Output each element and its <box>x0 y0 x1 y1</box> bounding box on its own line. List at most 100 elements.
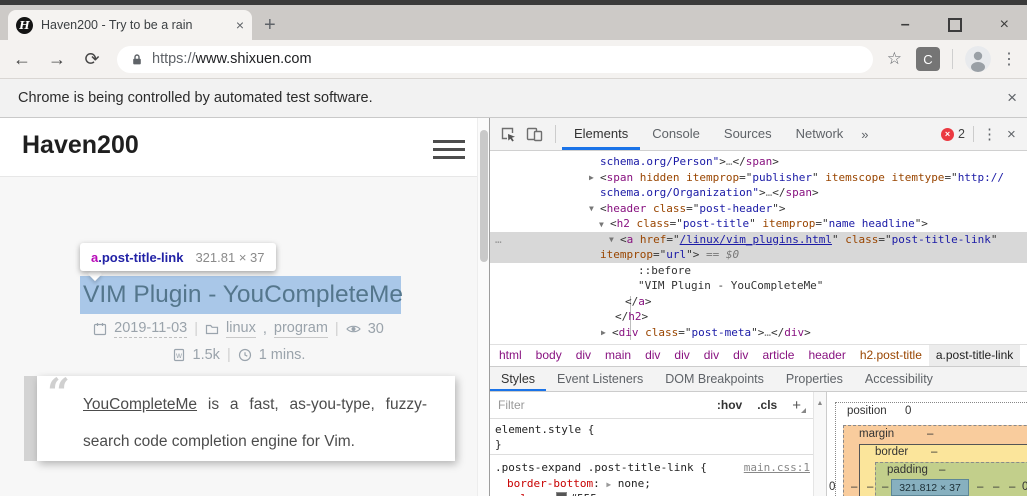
css-rule-source-link[interactable]: main.css:1 <box>744 461 810 474</box>
breadcrumb-item[interactable]: div <box>697 345 726 366</box>
sidebar-tab-accessibility[interactable]: Accessibility <box>854 367 944 391</box>
browser-window: H Haven200 - Try to be a rain × + – × ← … <box>0 0 1027 496</box>
css-property[interactable]: color: #555; <box>507 492 604 496</box>
site-header: Haven200 <box>0 118 477 177</box>
folder-icon <box>205 322 219 336</box>
reload-button[interactable]: ⟳ <box>79 49 105 70</box>
extension-icon[interactable]: C <box>916 47 940 71</box>
forward-button[interactable]: → <box>44 49 70 70</box>
collapse-arrow-icon[interactable]: ▼ <box>609 232 614 248</box>
dom-tree-node[interactable]: …▼<a href="/linux/vim_plugins.html" clas… <box>490 232 1027 248</box>
tab-title: Haven200 - Try to be a rain <box>41 18 230 32</box>
inspect-element-icon[interactable] <box>500 126 516 142</box>
devtools-tab-elements[interactable]: Elements <box>562 118 640 150</box>
box-model-content[interactable]: 321.812 × 37 <box>891 479 969 496</box>
dom-tree-node[interactable]: ▼<h2 class="post-title" itemprop="name h… <box>490 216 1027 232</box>
automation-banner-text: Chrome is being controlled by automated … <box>18 90 1007 106</box>
window-controls: – × <box>901 10 1009 40</box>
address-bar[interactable]: https://www.shixuen.com <box>117 46 873 73</box>
banner-close-icon[interactable]: × <box>1007 88 1017 108</box>
breadcrumb-item[interactable]: body <box>529 345 569 366</box>
devtools-tab-network[interactable]: Network <box>784 118 856 150</box>
color-swatch[interactable] <box>556 492 567 496</box>
dom-tree-node[interactable]: ▼<header class="post-header"> <box>490 201 1027 217</box>
collapse-arrow-icon[interactable]: ▼ <box>589 201 594 217</box>
site-title[interactable]: Haven200 <box>22 131 139 160</box>
css-property[interactable]: border-bottom: ▶ none; <box>507 477 651 490</box>
new-style-rule-button[interactable]: + <box>792 397 801 414</box>
blockquote: “ YouCompleteMe is a fast, as-you-type, … <box>24 376 455 461</box>
box-model-pane: 321.812 × 37 position 0 margin – border … <box>826 392 1027 496</box>
bookmark-star-icon[interactable]: ☆ <box>887 49 902 69</box>
youcompleteme-link[interactable]: YouCompleteMe <box>83 396 197 413</box>
breadcrumb-item[interactable]: a.post-title-link <box>929 345 1020 366</box>
breadcrumb-item[interactable]: div <box>638 345 667 366</box>
styles-pane: Filter :hov .cls + element.style { } .po… <box>490 392 813 496</box>
expand-arrow-icon[interactable]: ▶ <box>589 170 594 186</box>
styles-filter-input[interactable]: Filter <box>498 398 717 412</box>
element-style-rule[interactable]: element.style { <box>495 423 594 436</box>
svg-text:w: w <box>175 351 182 360</box>
dom-tree-node[interactable]: ▶<span hidden itemprop="publisher" items… <box>490 170 1027 186</box>
url-text: https://www.shixuen.com <box>152 51 312 67</box>
breadcrumb-item[interactable]: div <box>667 345 696 366</box>
sidebar-tab-event-listeners[interactable]: Event Listeners <box>546 367 654 391</box>
sidebar-tab-styles[interactable]: Styles <box>490 367 546 391</box>
node-ellipsis: … <box>495 232 502 248</box>
styles-area: Filter :hov .cls + element.style { } .po… <box>490 392 1027 496</box>
scrollbar-thumb[interactable] <box>480 130 488 262</box>
breadcrumb-item[interactable]: article <box>755 345 801 366</box>
styles-scrollbar[interactable]: ▲ <box>813 392 826 496</box>
browser-menu-icon[interactable]: ⋮ <box>1001 49 1017 69</box>
hamburger-menu-icon[interactable] <box>433 140 465 164</box>
device-toolbar-icon[interactable] <box>526 126 543 142</box>
more-tabs-icon[interactable]: » <box>855 127 874 142</box>
dom-tree-node[interactable]: ::before <box>490 263 1027 279</box>
breadcrumb-item[interactable]: header <box>801 345 852 366</box>
dom-tree-node[interactable]: ▶<div class="post-meta">…</div> <box>490 325 1027 341</box>
devtools-menu-icon[interactable]: ⋮ <box>982 125 997 143</box>
window-minimize-button[interactable]: – <box>901 16 910 34</box>
breadcrumb-item[interactable]: main <box>598 345 638 366</box>
devtools-tab-sources[interactable]: Sources <box>712 118 784 150</box>
dom-tree-node[interactable]: </h2> <box>490 309 1027 325</box>
category-link[interactable]: program <box>274 320 328 338</box>
category-link[interactable]: linux <box>226 320 256 338</box>
tab-close-icon[interactable]: × <box>236 17 244 33</box>
breadcrumb-item[interactable]: h2.post-title <box>853 345 929 366</box>
dom-tree: schema.org/Person">…</span>▶<span hidden… <box>490 151 1027 344</box>
window-close-button[interactable]: × <box>1000 16 1009 34</box>
toggle-hover-state-button[interactable]: :hov <box>717 398 742 412</box>
sidebar-tab-properties[interactable]: Properties <box>775 367 854 391</box>
dom-tree-node[interactable]: schema.org/Person">…</span> <box>490 154 1027 170</box>
lock-icon <box>131 53 143 66</box>
breadcrumb: htmlbodydivmaindivdivdivdivarticleheader… <box>490 344 1027 366</box>
word-count: 1.5k <box>193 347 220 363</box>
breadcrumb-item[interactable]: div <box>569 345 598 366</box>
sidebar-tab-dom-breakpoints[interactable]: DOM Breakpoints <box>654 367 775 391</box>
error-count[interactable]: 2 <box>958 127 965 141</box>
expand-arrow-icon[interactable]: ▶ <box>601 325 606 341</box>
dom-tree-node[interactable]: </a> <box>490 294 1027 310</box>
error-badge-icon[interactable]: × <box>941 128 954 141</box>
collapse-arrow-icon[interactable]: ▼ <box>599 217 604 233</box>
dom-tree-node[interactable]: "VIM Plugin - YouCompleteMe" <box>490 278 1027 294</box>
breadcrumb-item[interactable]: div <box>726 345 755 366</box>
breadcrumb-item[interactable]: html <box>492 345 529 366</box>
post-title-link[interactable]: VIM Plugin - YouCompleteMe <box>80 276 401 314</box>
dom-tree-node[interactable]: itemprop="url"> == $0 <box>490 247 1027 263</box>
back-button[interactable]: ← <box>9 49 35 70</box>
devtools-tab-console[interactable]: Console <box>640 118 712 150</box>
post-date[interactable]: 2019-11-03 <box>114 320 187 338</box>
devtools-tabs: ElementsConsoleSourcesNetwork <box>562 118 855 150</box>
page-scrollbar[interactable] <box>477 118 489 496</box>
profile-avatar-icon[interactable] <box>965 46 991 72</box>
window-maximize-button[interactable] <box>948 18 962 32</box>
new-tab-button[interactable]: + <box>264 13 276 37</box>
devtools-close-icon[interactable]: × <box>1007 126 1027 143</box>
dom-tree-node[interactable]: schema.org/Organization">…</span> <box>490 185 1027 201</box>
toggle-class-button[interactable]: .cls <box>757 398 777 412</box>
css-rule-selector[interactable]: .posts-expand .post-title-link { <box>495 461 707 474</box>
devtools-toolbar: ElementsConsoleSourcesNetwork » × 2 ⋮ × <box>490 118 1027 151</box>
browser-tab[interactable]: H Haven200 - Try to be a rain × <box>8 10 252 40</box>
